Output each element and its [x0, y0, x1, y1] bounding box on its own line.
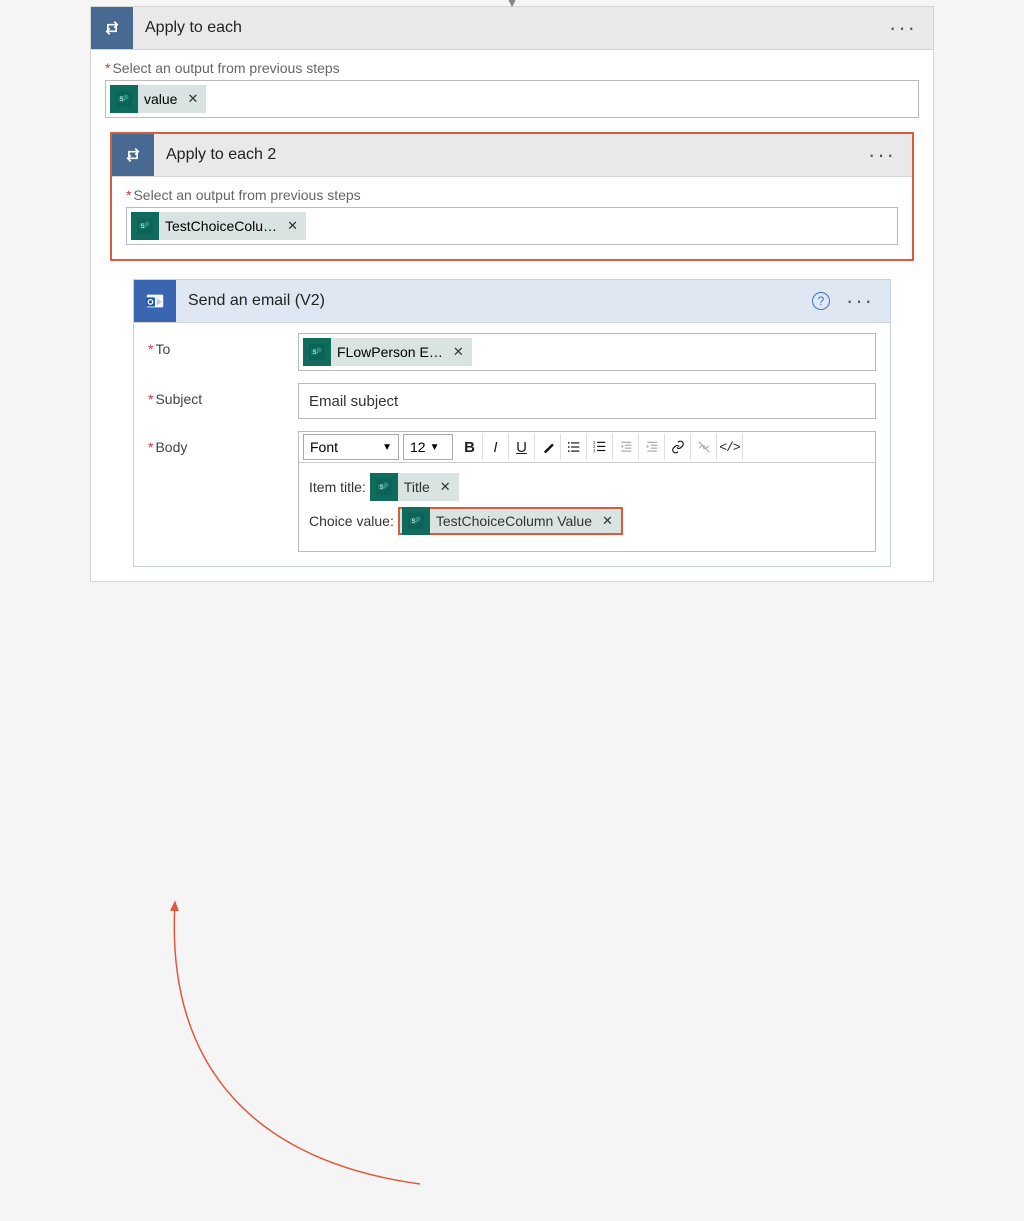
token-label: TestChoiceColu…: [165, 218, 277, 234]
token-remove[interactable]: ✕: [283, 218, 298, 234]
card-title: Apply to each: [133, 19, 889, 37]
dynamic-token-testchoice[interactable]: S TestChoiceColu… ✕: [131, 212, 306, 240]
sharepoint-icon: S: [110, 85, 138, 113]
token-label: TestChoiceColumn Value: [436, 513, 592, 529]
indent-button[interactable]: [639, 434, 665, 460]
number-list-button[interactable]: 123: [587, 434, 613, 460]
svg-text:S: S: [411, 519, 415, 525]
more-menu[interactable]: ···: [889, 23, 917, 33]
color-button[interactable]: [535, 434, 561, 460]
output-input[interactable]: S value ✕: [105, 80, 919, 118]
body-text: Item title:: [309, 479, 366, 495]
card-title: Send an email (V2): [176, 292, 812, 310]
dynamic-token-choicevalue[interactable]: S TestChoiceColumn Value ✕: [398, 507, 623, 535]
body-label: *Body: [148, 431, 298, 455]
card-header[interactable]: Send an email (V2) ? ···: [134, 280, 890, 323]
token-label: Title: [404, 479, 430, 495]
token-remove[interactable]: ✕: [449, 344, 464, 360]
token-label: value: [144, 91, 177, 107]
send-email-card: Send an email (V2) ? ··· *To: [133, 279, 891, 567]
subject-input[interactable]: Email subject: [298, 383, 876, 419]
token-label: FLowPerson E…: [337, 344, 443, 360]
to-input[interactable]: S FLowPerson E… ✕: [298, 333, 876, 371]
card-header[interactable]: Apply to each ···: [91, 7, 933, 50]
underline-button[interactable]: U: [509, 434, 535, 460]
outlook-icon: [134, 280, 176, 322]
annotation-arrow: [0, 592, 1024, 1221]
font-select[interactable]: Font▼: [303, 434, 399, 460]
sharepoint-icon: S: [303, 338, 331, 366]
more-menu[interactable]: ···: [868, 150, 896, 160]
code-view-button[interactable]: </>: [717, 434, 743, 460]
link-button[interactable]: [665, 434, 691, 460]
loop-icon: [91, 7, 133, 49]
body-content[interactable]: Item title: S Title ✕: [299, 463, 875, 551]
bullet-list-button[interactable]: [561, 434, 587, 460]
card-header[interactable]: Apply to each 2 ···: [112, 134, 912, 177]
unlink-button[interactable]: [691, 434, 717, 460]
apply-to-each-card: Apply to each ··· *Select an output from…: [90, 6, 934, 582]
output-label: *Select an output from previous steps: [126, 187, 898, 203]
svg-text:3: 3: [593, 448, 596, 453]
apply-to-each-2-card: Apply to each 2 ··· *Select an output fr…: [110, 132, 914, 261]
subject-label: *Subject: [148, 383, 298, 407]
svg-text:S: S: [141, 224, 145, 230]
output-input[interactable]: S TestChoiceColu… ✕: [126, 207, 898, 245]
to-label: *To: [148, 333, 298, 357]
sharepoint-icon: S: [131, 212, 159, 240]
body-text: Choice value:: [309, 513, 394, 529]
more-menu[interactable]: ···: [846, 296, 874, 306]
size-select[interactable]: 12▼: [403, 434, 453, 460]
card-title: Apply to each 2: [154, 146, 868, 164]
loop-icon: [112, 134, 154, 176]
dynamic-token-value[interactable]: S value ✕: [110, 85, 206, 113]
dynamic-token-flowperson[interactable]: S FLowPerson E… ✕: [303, 338, 472, 366]
token-remove[interactable]: ✕: [436, 479, 451, 495]
outdent-button[interactable]: [613, 434, 639, 460]
sharepoint-icon: S: [402, 507, 430, 535]
italic-button[interactable]: I: [483, 434, 509, 460]
bold-button[interactable]: B: [457, 434, 483, 460]
svg-text:S: S: [379, 485, 383, 491]
output-label: *Select an output from previous steps: [105, 60, 919, 76]
dynamic-token-title[interactable]: S Title ✕: [370, 473, 459, 501]
svg-text:S: S: [313, 350, 317, 356]
token-remove[interactable]: ✕: [598, 513, 613, 529]
body-toolbar: Font▼ 12▼ B I U: [299, 432, 875, 463]
token-remove[interactable]: ✕: [183, 91, 198, 107]
help-icon[interactable]: ?: [812, 292, 830, 310]
svg-text:S: S: [120, 97, 124, 103]
body-editor[interactable]: Font▼ 12▼ B I U: [298, 431, 876, 552]
sharepoint-icon: S: [370, 473, 398, 501]
